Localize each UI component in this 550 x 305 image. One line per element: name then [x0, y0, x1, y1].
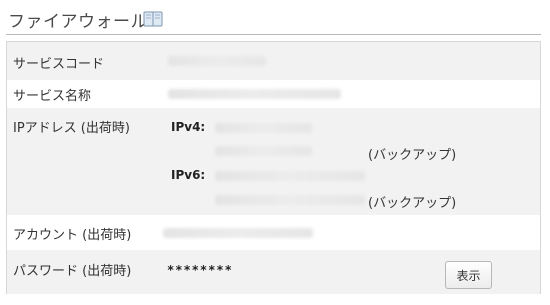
ipv6-backup-value-masked	[215, 195, 365, 205]
service-code-label: サービスコード	[13, 57, 105, 72]
password-label: パスワード (出荷時)	[13, 264, 132, 279]
ipv6-label: IPv6:	[171, 168, 206, 182]
account-label: アカウント (出荷時)	[13, 228, 132, 243]
account-value-masked	[163, 228, 313, 238]
header-divider	[6, 34, 541, 35]
book-icon[interactable]	[143, 10, 163, 28]
ipv6-value-masked	[215, 171, 365, 181]
row-account: アカウント (出荷時)	[7, 215, 540, 250]
ipv6-backup-note: (バックアップ)	[368, 196, 457, 211]
password-value: ********	[167, 263, 233, 277]
show-password-button[interactable]: 表示	[445, 261, 492, 289]
row-password: パスワード (出荷時) ******** 表示	[7, 250, 540, 294]
page-header: ファイアウォール	[0, 0, 550, 40]
page-title: ファイアウォール	[8, 12, 148, 32]
ipv4-backup-value-masked	[215, 146, 312, 156]
service-code-value-masked	[168, 56, 266, 66]
service-name-label: サービス名称	[13, 89, 92, 104]
ipv4-backup-note: (バックアップ)	[368, 148, 457, 163]
service-name-value-masked	[168, 89, 341, 99]
row-service-code: サービスコード	[7, 42, 540, 80]
row-service-name: サービス名称	[7, 80, 540, 108]
row-ip-address: IPアドレス (出荷時) IPv4: (バックアップ) IPv6: (バックアッ…	[7, 108, 540, 215]
ipv4-label: IPv4:	[171, 120, 206, 134]
ip-address-label: IPアドレス (出荷時)	[13, 121, 130, 136]
ipv4-value-masked	[215, 123, 312, 133]
firewall-info-panel: サービスコード サービス名称 IPアドレス (出荷時) IPv4: (バックアッ…	[6, 41, 541, 294]
